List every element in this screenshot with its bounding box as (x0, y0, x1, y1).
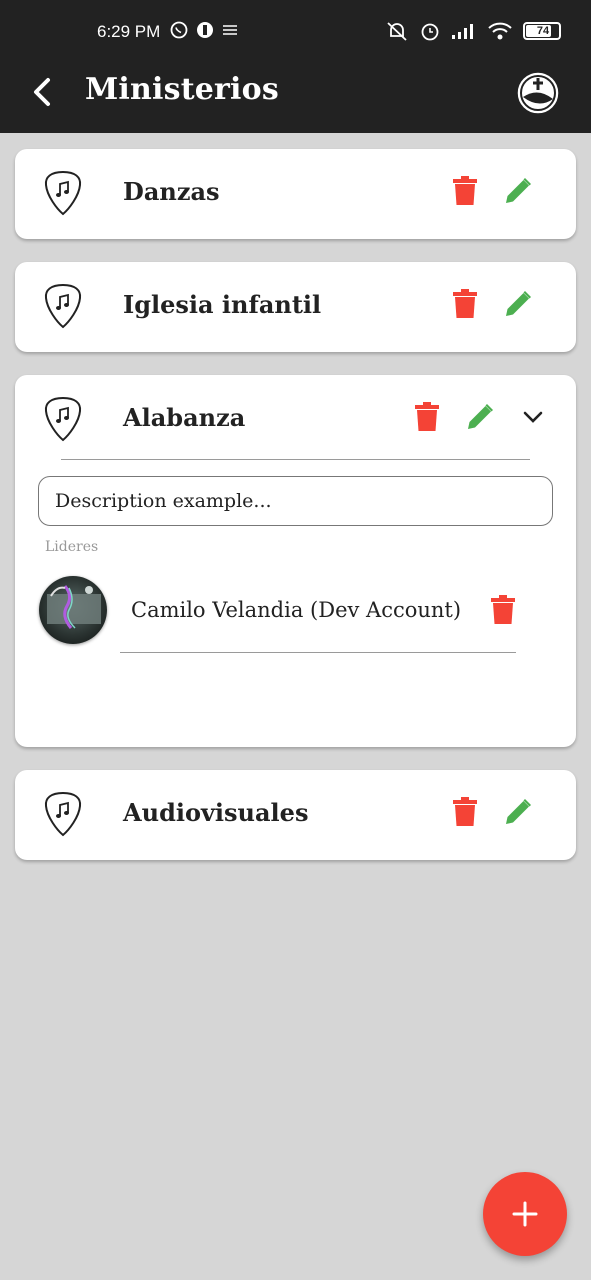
status-bar: 6:29 PM 74 (0, 0, 591, 64)
collapse-button[interactable] (516, 400, 550, 434)
status-right-icons: 74 (385, 20, 561, 42)
header-divider (61, 459, 530, 460)
edit-button[interactable] (463, 400, 497, 434)
app-bar: 6:29 PM 74 Ministerios (0, 0, 591, 133)
app-notification-icon (197, 22, 213, 38)
church-logo-icon[interactable] (515, 70, 561, 116)
leader-divider (120, 652, 516, 653)
delete-button[interactable] (410, 400, 444, 434)
back-arrow-icon[interactable] (28, 76, 60, 108)
chevron-down-icon (523, 411, 543, 423)
ministry-name: Iglesia infantil (123, 290, 322, 319)
signal-icon (452, 24, 473, 39)
remove-leader-button[interactable] (486, 593, 520, 627)
edit-button[interactable] (501, 795, 535, 829)
pencil-icon (506, 291, 531, 316)
plus-icon (512, 1201, 538, 1227)
ministry-card[interactable]: Danzas (15, 149, 576, 239)
bell-muted-icon (387, 22, 407, 41)
guitar-pick-music-icon (44, 283, 82, 329)
delete-button[interactable] (448, 795, 482, 829)
guitar-pick-music-icon (44, 791, 82, 837)
delete-button[interactable] (448, 174, 482, 208)
status-left-icons (170, 21, 238, 39)
pencil-icon (506, 178, 531, 203)
battery-indicator: 74 (523, 22, 561, 40)
avatar (39, 576, 107, 644)
battery-level: 74 (536, 25, 550, 37)
whatsapp-icon (170, 21, 188, 39)
description-field[interactable]: Description example... (38, 476, 553, 526)
wifi-icon (488, 22, 512, 40)
delete-button[interactable] (448, 287, 482, 321)
page-title: Ministerios (85, 72, 279, 107)
avatar-image (47, 585, 101, 629)
pencil-icon (468, 404, 493, 429)
add-ministry-button[interactable] (483, 1172, 567, 1256)
trash-icon (453, 797, 477, 826)
trash-icon (491, 595, 515, 624)
status-time: 6:29 PM (97, 22, 161, 41)
trash-icon (415, 402, 439, 431)
edit-button[interactable] (501, 287, 535, 321)
ministry-name: Danzas (123, 177, 220, 206)
ministry-name: Audiovisuales (123, 798, 309, 827)
alarm-clock-icon (421, 23, 439, 41)
guitar-pick-music-icon (44, 170, 82, 216)
trash-icon (453, 176, 477, 205)
edit-button[interactable] (501, 174, 535, 208)
menu-lines-icon (223, 25, 237, 35)
leaders-label: Lideres (45, 539, 99, 555)
ministry-name: Alabanza (123, 403, 246, 432)
pencil-icon (506, 799, 531, 824)
ministry-card[interactable]: Iglesia infantil (15, 262, 576, 352)
ministry-card[interactable]: Audiovisuales (15, 770, 576, 860)
trash-icon (453, 289, 477, 318)
guitar-pick-music-icon (44, 396, 82, 442)
ministry-card-expanded[interactable]: Alabanza Description example... Lideres … (15, 375, 576, 747)
leader-name: Camilo Velandia (Dev Account) (131, 598, 462, 622)
